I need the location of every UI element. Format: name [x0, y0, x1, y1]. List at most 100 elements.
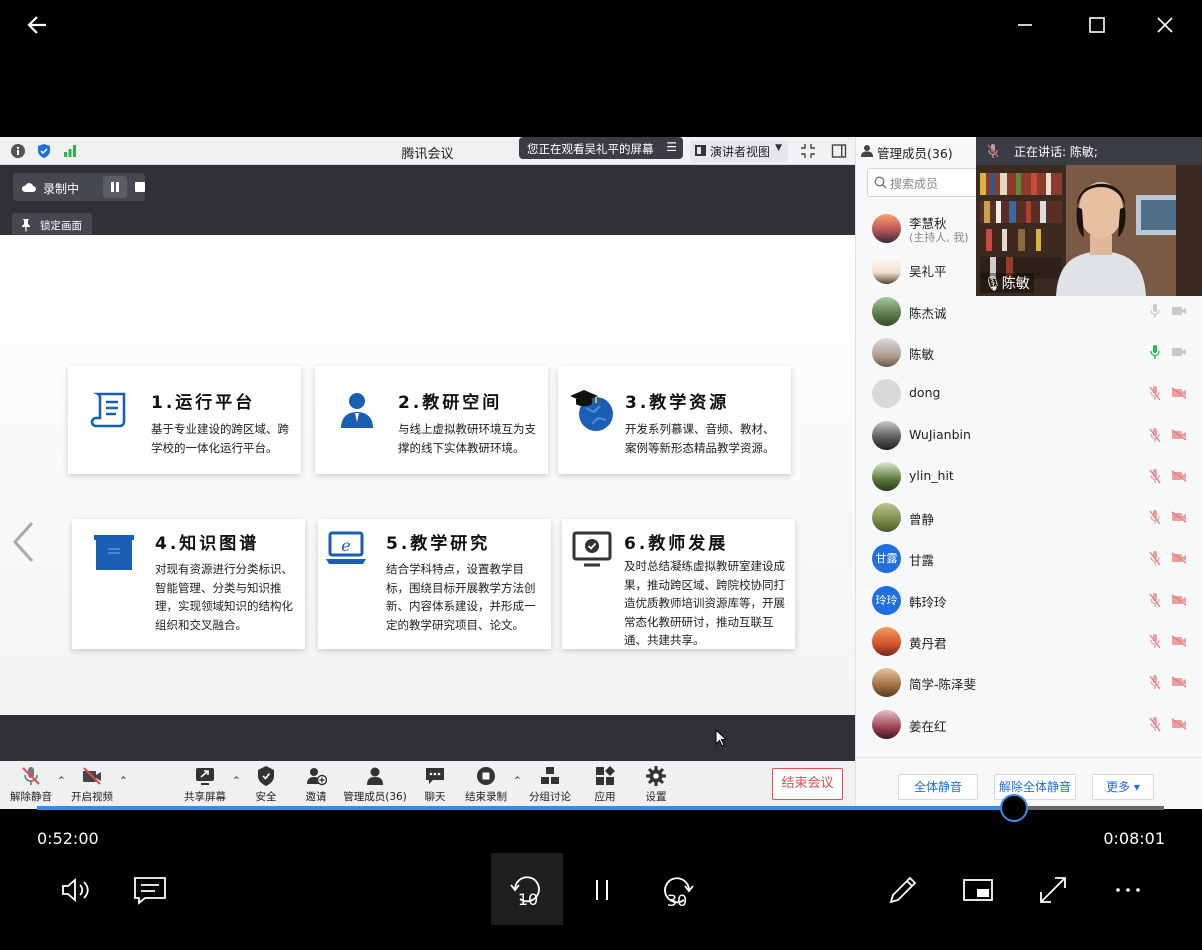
forward-30-icon[interactable]: 30	[657, 870, 697, 910]
chevron-up-icon[interactable]: ⌃	[119, 775, 128, 787]
recording-label: 录制中	[43, 182, 80, 196]
mic-icon[interactable]	[1148, 303, 1162, 319]
caret-down-icon: ▼	[775, 143, 782, 153]
video-player: 腾讯会议 您正在观看吴礼平的屏幕 ☰ 演讲者视图 ▼ 录制中 锁定画面 1.运行…	[0, 0, 1202, 950]
mute-all-button[interactable]: 全体静音	[898, 774, 978, 800]
camera-off-icon[interactable]	[1171, 635, 1187, 647]
exit-fullscreen-icon[interactable]	[800, 143, 816, 159]
participants-panel: 管理成员(36) 搜索成员 正在讲话: 陈敏; 🎙陈敏 李慧秋 (主持人, 我)…	[855, 137, 1202, 809]
camera-off-icon[interactable]	[1171, 552, 1187, 564]
participant-row[interactable]: 黄丹君	[856, 622, 1202, 662]
stop-recording-button[interactable]	[135, 182, 145, 192]
chevron-left-icon[interactable]	[10, 520, 36, 564]
camera-off-icon[interactable]	[1171, 511, 1187, 523]
participant-name: dong	[909, 385, 941, 401]
chevron-up-icon[interactable]: ⌃	[513, 775, 522, 787]
apps-icon	[596, 766, 615, 785]
camera-off-icon[interactable]	[1171, 428, 1187, 441]
chat-button[interactable]: 聊天	[415, 765, 455, 804]
participant-row[interactable]: WuJianbin	[856, 416, 1202, 456]
card-description: 对现有资源进行分类标识、智能管理、分类与知识推理，实现领域知识的结构化组织和交叉…	[155, 562, 293, 632]
invite-label: 邀请	[305, 791, 327, 803]
user-icon	[861, 145, 873, 157]
mic-muted-icon[interactable]	[1148, 509, 1162, 525]
settings-button[interactable]: 设置	[636, 765, 676, 804]
signal-icon[interactable]	[62, 143, 78, 159]
mic-muted-icon[interactable]	[1148, 674, 1162, 690]
invite-button[interactable]: 邀请	[296, 765, 336, 804]
more-options-icon[interactable]	[1108, 870, 1148, 910]
fullscreen-icon[interactable]	[1033, 870, 1073, 910]
presenter-view-dropdown[interactable]: 演讲者视图 ▼	[690, 140, 788, 162]
back-arrow-icon[interactable]	[22, 10, 52, 40]
more-button[interactable]: 更多 ▾	[1092, 774, 1154, 800]
participant-row[interactable]: 姜在红	[856, 705, 1202, 745]
participant-row[interactable]: 简学-陈泽斐	[856, 663, 1202, 703]
camera-off-icon[interactable]	[1171, 594, 1187, 606]
security-button[interactable]: 安全	[246, 765, 286, 804]
participant-row[interactable]: 吴礼平	[856, 250, 1202, 290]
replay-10-icon: 10	[510, 876, 540, 909]
apps-button[interactable]: 应用	[585, 765, 625, 804]
share-screen-button[interactable]: 共享屏幕	[182, 765, 228, 804]
camera-icon[interactable]	[1171, 305, 1187, 317]
volume-icon[interactable]	[55, 870, 95, 910]
end-recording-button[interactable]: 结束录制	[463, 765, 509, 804]
camera-off-icon[interactable]	[1171, 470, 1187, 482]
lock-view-button[interactable]: 锁定画面	[12, 213, 92, 237]
chevron-up-icon[interactable]: ⌃	[232, 775, 241, 787]
pen-icon[interactable]	[883, 870, 923, 910]
info-icon[interactable]	[10, 143, 26, 159]
mic-muted-icon[interactable]	[1148, 550, 1162, 566]
sidebar-toggle-icon[interactable]	[831, 143, 847, 159]
participant-name: 韩玲玲	[909, 594, 947, 610]
pause-icon[interactable]	[582, 870, 622, 910]
camera-off-icon[interactable]	[1171, 387, 1187, 399]
participant-row[interactable]: 陈敏	[856, 333, 1202, 373]
participant-row[interactable]: ylin_hit	[856, 457, 1202, 497]
unmute-button[interactable]: 解除静音	[9, 765, 53, 804]
speaking-text: 正在讲话: 陈敏;	[1014, 145, 1098, 159]
mic-muted-icon[interactable]	[1148, 468, 1162, 484]
participant-row[interactable]: 玲玲 韩玲玲	[856, 581, 1202, 621]
participant-row[interactable]: dong	[856, 374, 1202, 414]
camera-off-icon[interactable]	[1171, 718, 1187, 730]
mic-muted-icon[interactable]	[1148, 427, 1162, 443]
seek-bar-thumb[interactable]	[1000, 794, 1028, 822]
participant-row[interactable]: 曾静	[856, 498, 1202, 538]
mic-muted-icon[interactable]	[1148, 633, 1162, 649]
settings-label: 设置	[645, 791, 667, 803]
end-meeting-button[interactable]: 结束会议	[772, 768, 843, 800]
manage-members-button[interactable]: 管理成员(36)	[343, 765, 407, 804]
mini-view-icon[interactable]	[958, 870, 998, 910]
participant-row[interactable]: 甘露 甘露	[856, 539, 1202, 579]
mic-icon[interactable]	[1148, 344, 1162, 360]
close-icon[interactable]	[1150, 10, 1180, 40]
monitor-check-icon	[572, 531, 612, 567]
camera-off-icon[interactable]	[1171, 676, 1187, 688]
participant-name: 姜在红	[909, 718, 947, 734]
participant-row[interactable]: 李慧秋 (主持人, 我)	[856, 209, 1202, 249]
camera-icon[interactable]	[1171, 346, 1187, 358]
menu-lines-icon[interactable]: ☰	[666, 140, 677, 154]
participant-role: (主持人, 我)	[909, 231, 969, 244]
participant-row[interactable]: 陈杰诚	[856, 292, 1202, 332]
laptop-ie-icon: e	[326, 531, 366, 564]
slide-card: 1.运行平台 基于专业建设的跨区域、跨学校的一体化运行平台。	[68, 366, 301, 474]
mic-muted-icon[interactable]	[1148, 385, 1162, 401]
mic-muted-icon[interactable]	[1148, 592, 1162, 608]
mic-muted-icon[interactable]	[986, 143, 1000, 159]
start-video-button[interactable]: 开启视频	[69, 765, 115, 804]
search-members-input[interactable]: 搜索成员	[867, 168, 979, 197]
pause-recording-button[interactable]	[103, 176, 127, 198]
mic-muted-icon[interactable]	[1148, 716, 1162, 732]
breakout-rooms-button[interactable]: 分组讨论	[527, 765, 573, 804]
captions-icon[interactable]	[130, 870, 170, 910]
chevron-up-icon[interactable]: ⌃	[57, 775, 66, 787]
viewing-screen-banner[interactable]: 您正在观看吴礼平的屏幕 ☰	[519, 137, 683, 159]
stop-record-icon	[477, 767, 495, 785]
minimize-icon[interactable]	[1010, 10, 1040, 40]
maximize-icon[interactable]	[1082, 10, 1112, 40]
skip-back-button[interactable]: 10	[491, 853, 563, 925]
shield-icon[interactable]	[36, 143, 52, 159]
